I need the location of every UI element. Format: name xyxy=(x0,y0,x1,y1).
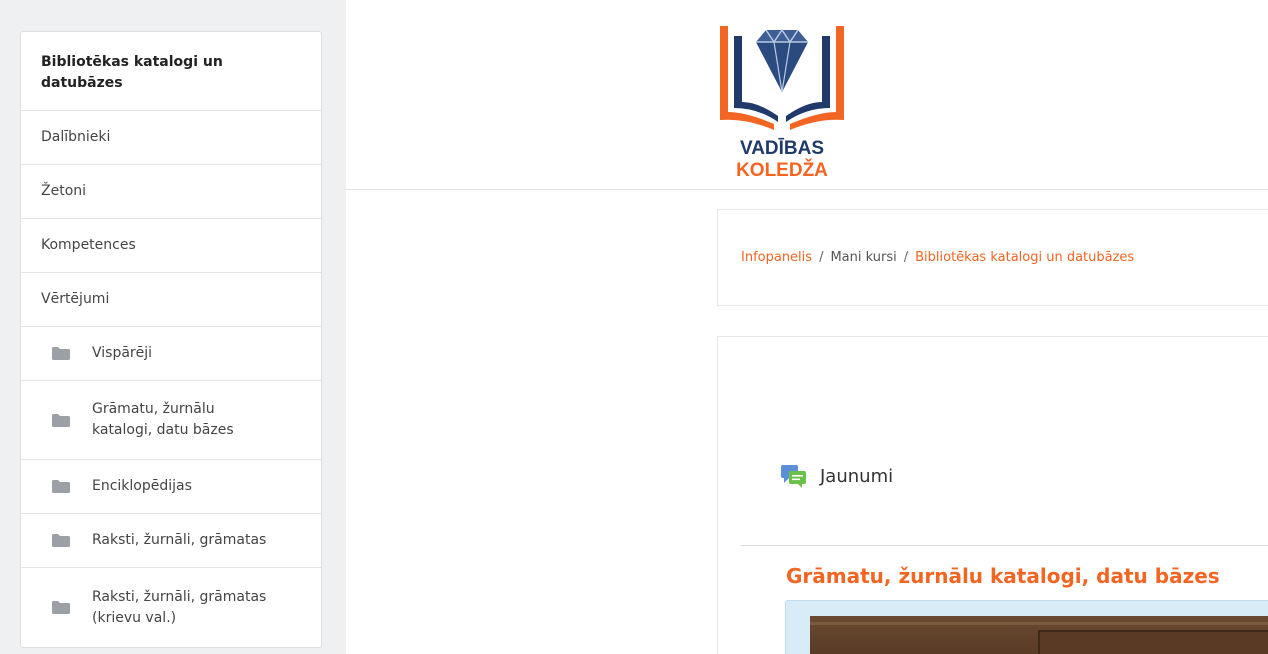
nav-course-title[interactable]: Bibliotēkas katalogi un datubāzes xyxy=(21,32,321,111)
folder-icon xyxy=(52,413,70,427)
news-forum-label: Jaunumi xyxy=(820,465,894,487)
section-summary-panel xyxy=(785,600,1268,654)
nav-item-label: Dalībnieki xyxy=(41,129,111,145)
logo-line1: VADĪBAS xyxy=(740,138,824,159)
nav-item-grades[interactable]: Vērtējumi xyxy=(21,273,321,327)
news-forum-link[interactable]: Jaunumi xyxy=(780,462,893,490)
breadcrumb-separator: / xyxy=(903,250,909,265)
breadcrumb: Infopanelis / Mani kursi / Bibliotēkas k… xyxy=(717,209,1268,306)
folder-icon xyxy=(52,601,70,614)
course-content: Jaunumi Grāmatu, žurnālu katalogi, datu … xyxy=(717,336,1268,654)
logo-line2: KOLEDŽA xyxy=(736,159,828,180)
folder-icon xyxy=(52,534,70,547)
nav-course-title-label: Bibliotēkas katalogi un datubāzes xyxy=(41,54,223,91)
nav-item-label: Vērtējumi xyxy=(41,291,110,307)
folder-icon xyxy=(52,480,70,493)
bookshelf-photo xyxy=(810,616,1268,654)
nav-section-label: Vispārēji xyxy=(92,345,153,361)
nav-section-encyclopedias[interactable]: Enciklopēdijas xyxy=(21,460,321,514)
nav-section-label: Raksti, žurnāli, grāmatas xyxy=(92,532,267,548)
nav-section-catalogs[interactable]: Grāmatu, žurnālu katalogi, datu bāzes xyxy=(21,381,321,460)
section-title[interactable]: Grāmatu, žurnālu katalogi, datu bāzes xyxy=(786,564,1220,588)
nav-item-label: Kompetences xyxy=(41,237,136,253)
nav-item-competencies[interactable]: Kompetences xyxy=(21,219,321,273)
nav-section-articles-russian[interactable]: Raksti, žurnāli, grāmatas (krievu val.) xyxy=(21,568,321,647)
breadcrumb-my-courses-link[interactable]: Mani kursi xyxy=(830,250,896,265)
nav-section-label: Grāmatu, žurnālu katalogi, datu bāzes xyxy=(92,401,234,438)
book-diamond-logo-icon: VADĪBAS KOLEDŽA xyxy=(720,26,844,181)
site-logo[interactable]: VADĪBAS KOLEDŽA xyxy=(716,18,848,181)
forum-chat-icon xyxy=(781,465,806,488)
nav-section-label: Enciklopēdijas xyxy=(92,478,192,494)
breadcrumb-home-link[interactable]: Infopanelis xyxy=(741,250,812,265)
nav-item-participants[interactable]: Dalībnieki xyxy=(21,111,321,165)
breadcrumb-current-course-link[interactable]: Bibliotēkas katalogi un datubāzes xyxy=(915,250,1134,265)
top-navbar: VADĪBAS KOLEDŽA xyxy=(346,0,1268,190)
nav-section-articles[interactable]: Raksti, žurnāli, grāmatas xyxy=(21,514,321,568)
folder-icon xyxy=(52,347,70,360)
nav-item-label: Žetoni xyxy=(41,183,87,199)
breadcrumb-separator: / xyxy=(819,250,824,265)
nav-section-label: Raksti, žurnāli, grāmatas (krievu val.) xyxy=(92,588,267,626)
nav-item-badges[interactable]: Žetoni xyxy=(21,165,321,219)
nav-section-general[interactable]: Vispārēji xyxy=(21,327,321,381)
section-divider xyxy=(741,545,1268,546)
course-navigation: Bibliotēkas katalogi un datubāzes Dalībn… xyxy=(20,31,322,648)
left-drawer: Bibliotēkas katalogi un datubāzes Dalībn… xyxy=(0,0,346,654)
